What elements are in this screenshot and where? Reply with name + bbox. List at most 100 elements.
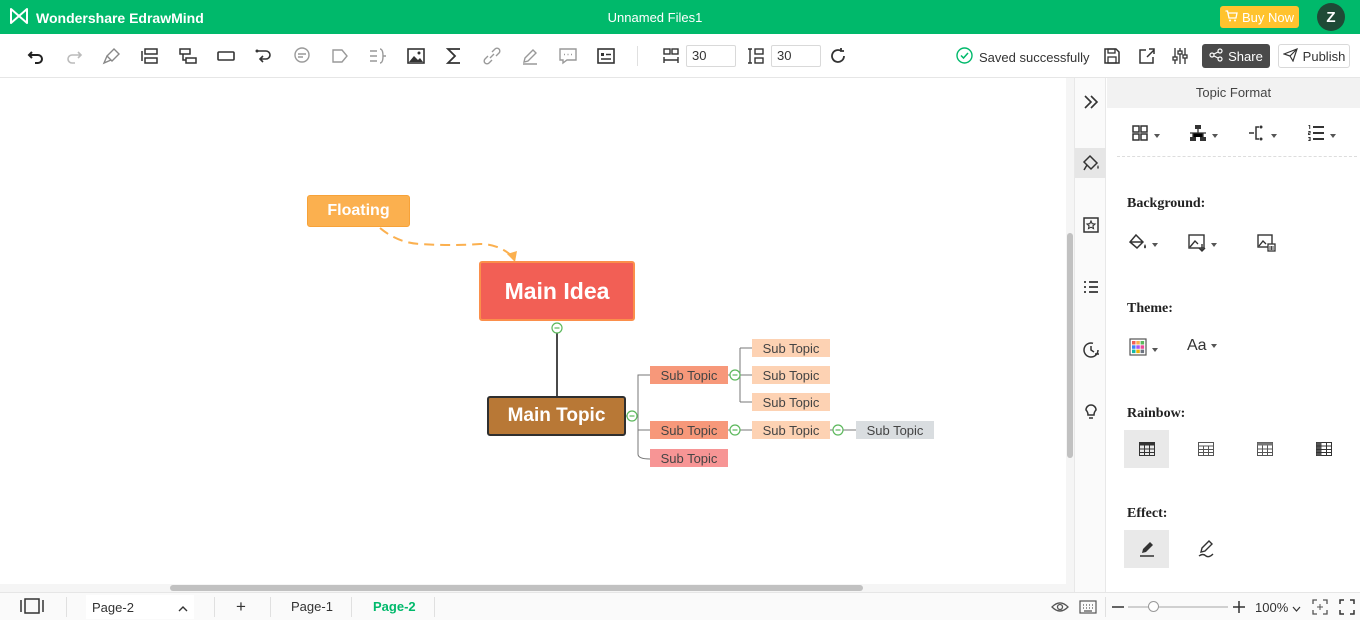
rainbow-option[interactable]: [1242, 430, 1287, 468]
settings-sliders-icon[interactable]: [1168, 44, 1192, 68]
subtopic-node[interactable]: Sub Topic: [752, 339, 830, 357]
lightbulb-icon[interactable]: [1079, 399, 1103, 423]
publish-button[interactable]: Publish: [1278, 44, 1350, 68]
subtopic-node[interactable]: Sub Topic: [650, 449, 728, 467]
zoom-in-icon[interactable]: [1232, 600, 1246, 617]
zoom-out-icon[interactable]: [1111, 600, 1125, 617]
note-icon[interactable]: [518, 44, 542, 68]
avatar[interactable]: Z: [1317, 3, 1345, 31]
fullscreen-icon[interactable]: [1339, 599, 1355, 618]
rainbow-option[interactable]: [1301, 430, 1346, 468]
topic-icon[interactable]: [138, 44, 162, 68]
relationship-icon[interactable]: [252, 44, 276, 68]
chevron-down-icon: [1152, 242, 1158, 247]
page-tab-1[interactable]: Page-1: [291, 593, 333, 621]
comment-icon[interactable]: [556, 44, 580, 68]
image-icon[interactable]: [404, 44, 428, 68]
effect-option[interactable]: [1183, 530, 1228, 568]
rainbow-option[interactable]: [1124, 430, 1169, 468]
eye-icon[interactable]: [1051, 599, 1069, 618]
connector-style-dropdown[interactable]: [1247, 123, 1277, 148]
buy-now-button[interactable]: Buy Now: [1220, 6, 1299, 28]
effect-label: Effect:: [1127, 506, 1168, 521]
background-image-dropdown[interactable]: [1187, 232, 1217, 257]
numbering-dropdown[interactable]: [1306, 123, 1336, 148]
document-title[interactable]: Unnamed Files1: [0, 10, 1310, 25]
collapse-panel-icon[interactable]: [1079, 90, 1103, 114]
vertical-scrollbar[interactable]: [1066, 78, 1074, 584]
floating-topic[interactable]: Floating: [307, 195, 410, 227]
saved-text: Saved successfully: [979, 49, 1090, 65]
keyboard-icon[interactable]: [1079, 599, 1097, 618]
export-icon[interactable]: [1135, 44, 1159, 68]
rainbow-table-icon: [1315, 442, 1332, 456]
subtopic-node[interactable]: Sub Topic: [752, 393, 830, 411]
outline-icon[interactable]: [594, 44, 618, 68]
theme-color-dropdown[interactable]: [1128, 337, 1158, 362]
subtopic-node[interactable]: Sub Topic: [856, 421, 934, 439]
remove-background-image-button[interactable]: [1256, 232, 1276, 257]
panel-title: Topic Format: [1107, 78, 1360, 108]
redo-icon[interactable]: [62, 44, 86, 68]
theme-font-dropdown[interactable]: Aa: [1187, 337, 1217, 355]
chevron-down-icon: [1330, 133, 1336, 138]
vertical-scroll-thumb[interactable]: [1067, 233, 1073, 458]
subtopic-node[interactable]: Sub Topic: [752, 421, 830, 439]
page-select-label: Page-2: [92, 599, 134, 615]
callout-icon[interactable]: [290, 44, 314, 68]
effect-option[interactable]: [1124, 530, 1169, 568]
subtopic-node[interactable]: Sub Topic: [650, 421, 728, 439]
layout-grid-icon: [1130, 123, 1150, 148]
org-chart-icon: [1188, 123, 1208, 148]
boundary-icon[interactable]: [328, 44, 352, 68]
rainbow-label: Rainbow:: [1127, 406, 1186, 421]
page-panel-icon[interactable]: [20, 598, 44, 617]
undo-icon[interactable]: [24, 44, 48, 68]
subtopic-node[interactable]: Sub Topic: [752, 366, 830, 384]
save-status: Saved successfully: [956, 47, 1090, 67]
font-icon: Aa: [1187, 337, 1207, 354]
fill-color-dropdown[interactable]: [1128, 232, 1158, 257]
refresh-icon[interactable]: [826, 44, 850, 68]
fit-page-icon[interactable]: [1312, 599, 1328, 618]
format-painter-icon[interactable]: [100, 44, 124, 68]
subtopic-node[interactable]: Sub Topic: [650, 366, 728, 384]
clipart-icon[interactable]: [1079, 213, 1103, 237]
zoom-level[interactable]: 100%: [1255, 600, 1301, 615]
outline-list-icon[interactable]: [1079, 275, 1103, 299]
summary-icon[interactable]: [366, 44, 390, 68]
page-select[interactable]: Page-2: [86, 595, 194, 619]
save-icon[interactable]: [1100, 44, 1124, 68]
insert-image-icon: [1187, 232, 1207, 257]
layout-dropdown[interactable]: [1130, 123, 1160, 148]
zoom-slider[interactable]: [1128, 606, 1228, 608]
chevron-down-icon: [1271, 133, 1277, 138]
mindmap-canvas[interactable]: Floating Main Idea Main Topic Sub Topic …: [0, 78, 1066, 584]
floating-topic-icon[interactable]: [214, 44, 238, 68]
rainbow-option[interactable]: [1183, 430, 1228, 468]
rainbow-table-icon: [1138, 442, 1155, 456]
horizontal-scroll-thumb[interactable]: [170, 585, 863, 591]
main-topic-node[interactable]: Main Topic: [487, 396, 626, 436]
hyperlink-icon[interactable]: [480, 44, 504, 68]
share-button[interactable]: Share: [1202, 44, 1270, 68]
subtopic-icon[interactable]: [176, 44, 200, 68]
chevron-down-icon: [1210, 344, 1217, 348]
structure-dropdown[interactable]: [1188, 123, 1218, 148]
background-label: Background:: [1127, 196, 1206, 211]
vertical-spacing-input[interactable]: 30: [771, 45, 821, 67]
add-page-button[interactable]: +: [236, 593, 246, 621]
page-tab-2[interactable]: Page-2: [373, 593, 416, 621]
zoom-slider-handle[interactable]: [1148, 601, 1159, 612]
main-idea-node[interactable]: Main Idea: [479, 261, 635, 321]
publish-label: Publish: [1302, 48, 1346, 64]
chevron-down-icon: [1292, 600, 1301, 615]
history-icon[interactable]: [1079, 338, 1103, 362]
horizontal-scrollbar[interactable]: [0, 584, 1074, 592]
color-palette-icon: [1128, 337, 1148, 362]
format-paint-icon[interactable]: [1075, 148, 1106, 178]
chevron-down-icon: [1154, 133, 1160, 138]
horizontal-spacing-input[interactable]: 30: [686, 45, 736, 67]
check-circle-icon: [956, 47, 973, 67]
formula-icon[interactable]: [442, 44, 466, 68]
